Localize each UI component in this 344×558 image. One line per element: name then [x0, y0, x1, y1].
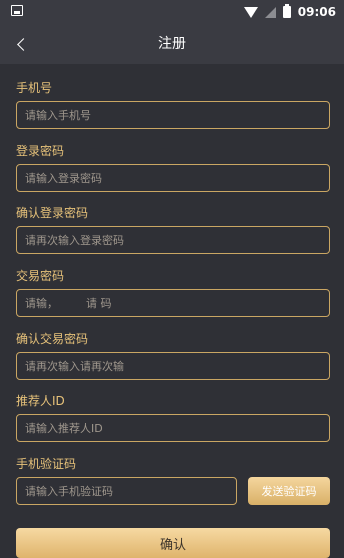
confirm-trade-password-input[interactable]	[17, 353, 329, 379]
wifi-icon	[243, 6, 258, 18]
referrer-id-label: 推荐人ID	[16, 394, 65, 408]
trade-password-label: 交易密码	[16, 269, 65, 283]
confirm-trade-password-input-box	[16, 352, 330, 380]
sms-code-input-box	[16, 477, 237, 505]
phone-label: 手机号	[16, 81, 53, 95]
trade-password-input-box	[16, 289, 330, 317]
signal-icon	[264, 6, 276, 18]
referrer-id-input[interactable]	[17, 415, 329, 441]
status-icons: 09:06	[243, 4, 336, 20]
image-notification-icon	[11, 5, 23, 16]
phone-input[interactable]	[17, 102, 329, 128]
confirm-login-password-input[interactable]	[17, 227, 329, 253]
trade-password-input[interactable]	[17, 290, 329, 316]
battery-icon	[282, 4, 291, 18]
login-password-label: 登录密码	[16, 144, 65, 158]
confirm-button[interactable]: 确认	[16, 528, 330, 558]
sms-code-label: 手机验证码	[16, 457, 77, 471]
sms-code-input[interactable]	[17, 478, 236, 504]
referrer-id-input-box	[16, 414, 330, 442]
phone-input-box	[16, 101, 330, 129]
nav-bar: 注册	[0, 24, 344, 64]
status-bar: 09:06	[0, 0, 344, 24]
confirm-login-password-input-box	[16, 226, 330, 254]
confirm-trade-password-label: 确认交易密码	[16, 332, 89, 346]
login-password-input[interactable]	[17, 165, 329, 191]
page-title: 注册	[158, 36, 186, 52]
confirm-login-password-label: 确认登录密码	[16, 206, 89, 220]
login-password-input-box	[16, 164, 330, 192]
back-icon[interactable]	[10, 33, 32, 55]
status-time: 09:06	[297, 5, 336, 19]
send-code-button[interactable]: 发送验证码	[248, 477, 330, 505]
